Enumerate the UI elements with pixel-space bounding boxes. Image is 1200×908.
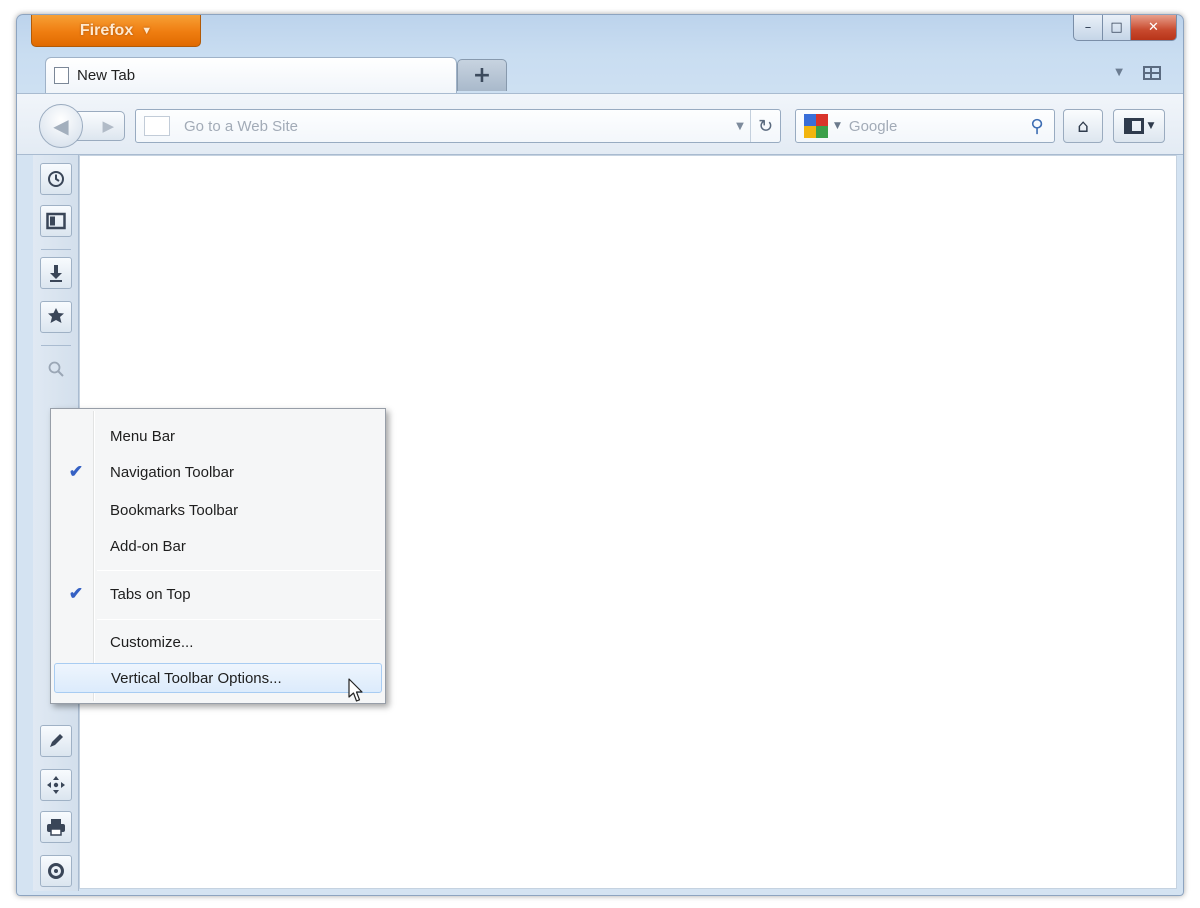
checkmark-icon: ✔ [68, 584, 84, 603]
menu-item-label: Bookmarks Toolbar [110, 501, 239, 519]
edit-icon [50, 734, 63, 747]
url-bar: ▼ ↻ [135, 109, 781, 143]
print-icon [47, 819, 65, 836]
site-identity-icon[interactable] [144, 116, 170, 136]
reload-icon: ↻ [757, 115, 774, 137]
addons-button[interactable] [40, 301, 72, 333]
bookmarks-button[interactable]: ▼ [1113, 109, 1165, 143]
window-right-edge [1177, 155, 1183, 889]
menu-item-bookmarks-toolbar[interactable]: Bookmarks Toolbar [54, 495, 382, 525]
search-input[interactable] [840, 111, 1020, 141]
menu-item-label: Navigation Toolbar [110, 463, 234, 481]
clock-icon [48, 171, 64, 187]
maximize-button[interactable]: □ [1103, 15, 1131, 41]
window-controls: – □ ✕ [1073, 15, 1177, 41]
close-button[interactable]: ✕ [1131, 15, 1177, 41]
app-button-label: Firefox [79, 21, 134, 39]
close-icon: ✕ [1148, 20, 1159, 35]
maximize-icon: □ [1110, 20, 1123, 35]
minimize-icon: – [1084, 20, 1092, 35]
menu-item-navigation-toolbar[interactable]: ✔ Navigation Toolbar [54, 457, 382, 487]
menu-item-label: Menu Bar [110, 427, 176, 445]
sidebar-toggle-button[interactable] [40, 205, 72, 237]
reload-button[interactable]: ↻ [750, 110, 780, 142]
print-button[interactable] [40, 811, 72, 843]
menu-separator [97, 619, 381, 620]
search-go-button[interactable]: ⚲ [1020, 110, 1054, 142]
move-button[interactable] [40, 769, 72, 801]
mouse-cursor-icon [348, 678, 363, 702]
tab-label: New Tab [77, 67, 136, 84]
menu-item-label: Tabs on Top [110, 585, 191, 603]
menu-item-vertical-toolbar-options[interactable]: Vertical Toolbar Options... [54, 663, 382, 693]
search-engine-icon[interactable] [804, 114, 830, 138]
url-input[interactable] [170, 111, 730, 141]
download-icon [50, 265, 62, 282]
menu-item-label: Vertical Toolbar Options... [111, 669, 282, 687]
sidebar-icon [46, 212, 66, 230]
grid-icon [1143, 66, 1161, 80]
toolbar-context-menu: Menu Bar ✔ Navigation Toolbar Bookmarks … [50, 408, 386, 704]
back-button[interactable]: ◀ [39, 104, 83, 148]
plus-icon: + [472, 63, 492, 88]
zoom-button[interactable] [40, 353, 72, 385]
search-bar: ▼ ⚲ [795, 109, 1055, 143]
tab-new-tab[interactable]: New Tab [45, 57, 457, 93]
engine-dropdown-icon[interactable]: ▼ [834, 121, 841, 131]
magnifier-icon: ⚲ [1030, 115, 1044, 137]
minimize-button[interactable]: – [1073, 15, 1103, 41]
tab-list-arrow-icon[interactable]: ▼ [1115, 67, 1123, 78]
forward-arrow-icon: ▶ [102, 117, 114, 135]
sync-icon [48, 863, 64, 879]
navigation-toolbar: ◀ ▶ ▼ ↻ ▼ ⚲ ⌂ ▼ [17, 93, 1183, 155]
page-icon [54, 67, 69, 84]
downloads-button[interactable] [40, 257, 72, 289]
menu-item-customize[interactable]: Customize... [54, 627, 382, 657]
bookmarks-caret-icon: ▼ [1147, 121, 1155, 131]
app-button-caret: ▼ [141, 24, 153, 37]
firefox-app-button[interactable]: Firefox ▼ [31, 15, 201, 47]
history-button[interactable] [40, 163, 72, 195]
menu-item-label: Customize... [110, 633, 194, 651]
menu-separator [97, 570, 381, 571]
move-icon [47, 776, 65, 794]
menu-item-label: Add-on Bar [110, 537, 186, 555]
edit-button[interactable] [40, 725, 72, 757]
new-tab-button[interactable]: + [457, 59, 507, 91]
menu-item-menu-bar[interactable]: Menu Bar [54, 421, 382, 451]
home-icon: ⌂ [1077, 115, 1089, 137]
tab-groups-button[interactable] [1139, 61, 1165, 85]
bookmarks-icon [1123, 118, 1144, 134]
home-button[interactable]: ⌂ [1063, 109, 1103, 143]
back-arrow-icon: ◀ [53, 114, 69, 138]
history-dropdown-icon[interactable]: ▼ [730, 121, 750, 132]
zoom-icon [48, 361, 64, 377]
checkmark-icon: ✔ [68, 462, 84, 481]
menu-item-tabs-on-top[interactable]: ✔ Tabs on Top [54, 579, 382, 609]
menu-item-addon-bar[interactable]: Add-on Bar [54, 531, 382, 561]
addons-icon [48, 308, 64, 323]
sync-button[interactable] [40, 855, 72, 887]
